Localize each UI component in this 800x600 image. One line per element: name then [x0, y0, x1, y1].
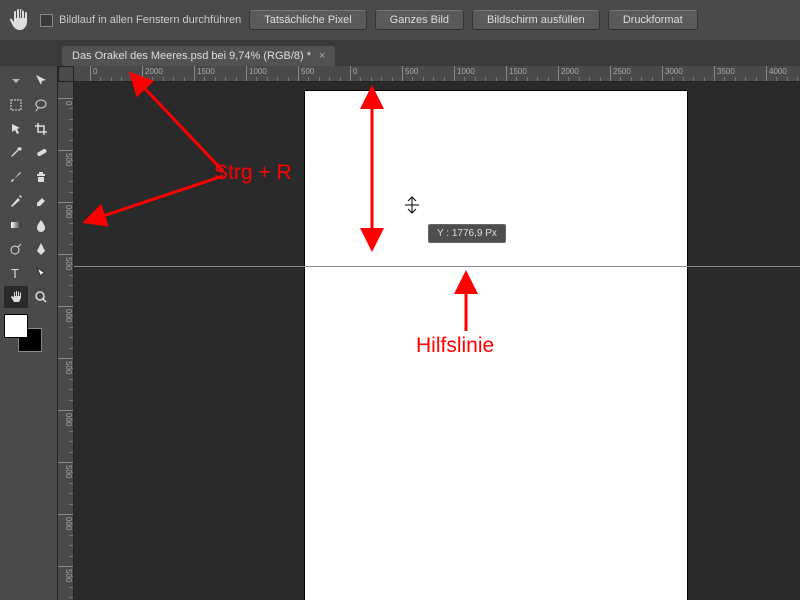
horizontal-ruler[interactable]: 0200015001000500050010001500200025003000…	[74, 66, 800, 82]
tool-path-select[interactable]	[30, 262, 54, 284]
tool-heal[interactable]	[30, 142, 54, 164]
foreground-swatch[interactable]	[4, 314, 28, 338]
tool-zoom[interactable]	[30, 286, 54, 308]
workspace: T 02000150010005000500100015002000250030…	[0, 66, 800, 600]
tool-lasso[interactable]	[30, 94, 54, 116]
tab-title: Das Orakel des Meeres.psd bei 9,74% (RGB…	[72, 50, 311, 62]
tool-hand[interactable]	[4, 286, 28, 308]
tool-eraser[interactable]	[30, 190, 54, 212]
fill-screen-button[interactable]: Bildschirm ausfüllen	[472, 10, 600, 30]
tool-eyedropper[interactable]	[4, 142, 28, 164]
tool-blur[interactable]	[30, 214, 54, 236]
tool-marquee[interactable]	[4, 94, 28, 116]
options-bar: Bildlauf in allen Fenstern durchführen T…	[0, 0, 800, 40]
tool-brush[interactable]	[4, 166, 28, 188]
hand-tool-indicator	[8, 8, 32, 32]
document-tab[interactable]: Das Orakel des Meeres.psd bei 9,74% (RGB…	[62, 46, 335, 66]
svg-text:T: T	[11, 266, 19, 281]
document-canvas[interactable]	[305, 91, 687, 600]
document-tab-bar: Das Orakel des Meeres.psd bei 9,74% (RGB…	[0, 40, 800, 66]
tool-move[interactable]	[30, 70, 54, 92]
canvas-area[interactable]: 0200015001000500050010001500200025003000…	[58, 66, 800, 600]
horizontal-guide[interactable]	[74, 266, 800, 267]
tool-pen[interactable]	[30, 238, 54, 260]
guide-position-tooltip: Y : 1776,9 Px	[428, 224, 506, 243]
actual-pixels-button[interactable]: Tatsächliche Pixel	[249, 10, 366, 30]
tool-history-brush[interactable]	[4, 190, 28, 212]
color-swatches[interactable]	[4, 314, 42, 352]
annotation-ctrlr: Strg + R	[214, 161, 292, 185]
tools-panel: T	[0, 66, 58, 600]
vertical-ruler[interactable]: 0500000500000500000500000500	[58, 82, 74, 600]
tool-dodge[interactable]	[4, 238, 28, 260]
checkbox-label: Bildlauf in allen Fenstern durchführen	[59, 14, 241, 26]
annotation-hilfslinie: Hilfslinie	[416, 334, 494, 358]
tool-quick-select[interactable]	[4, 118, 28, 140]
tool-clone[interactable]	[30, 166, 54, 188]
ruler-origin[interactable]	[58, 66, 74, 82]
tool-expand-icon[interactable]	[4, 70, 28, 92]
tool-gradient[interactable]	[4, 214, 28, 236]
tool-type[interactable]: T	[4, 262, 28, 284]
checkbox-box	[40, 14, 53, 27]
scroll-all-windows-checkbox[interactable]: Bildlauf in allen Fenstern durchführen	[40, 14, 241, 27]
fit-screen-button[interactable]: Ganzes Bild	[375, 10, 464, 30]
print-size-button[interactable]: Druckformat	[608, 10, 698, 30]
tab-close-icon[interactable]: ×	[319, 50, 325, 62]
tool-crop[interactable]	[30, 118, 54, 140]
